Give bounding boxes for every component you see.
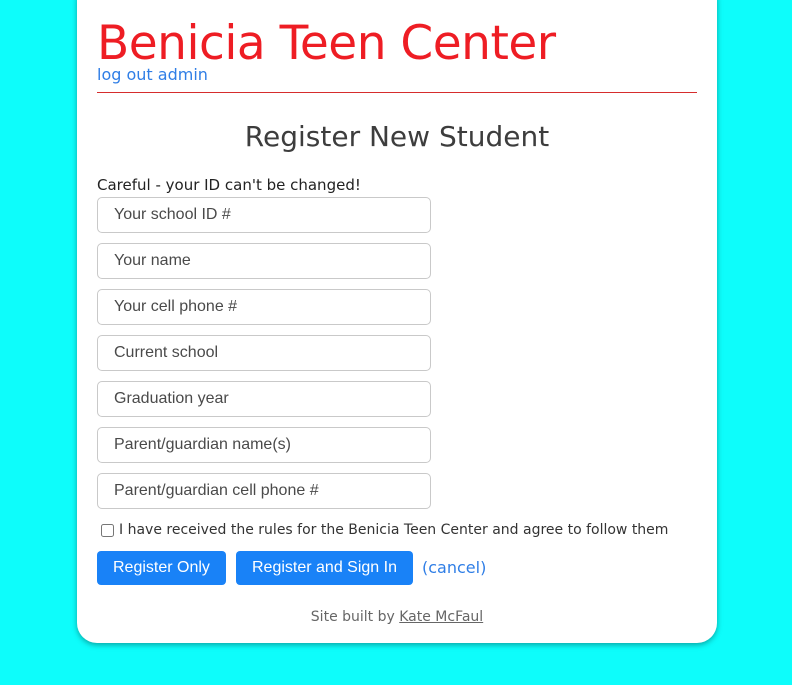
footer-prefix: Site built by: [310, 609, 395, 625]
parent-phone-input[interactable]: [97, 473, 431, 509]
cell-phone-input[interactable]: [97, 289, 431, 325]
footer: Site built by Kate McFaul: [97, 607, 697, 627]
page-heading: Register New Student: [244, 120, 550, 153]
logout-link[interactable]: log out admin: [97, 65, 208, 85]
register-and-sign-in-button[interactable]: Register and Sign In: [236, 551, 413, 585]
school-id-input[interactable]: [97, 197, 431, 233]
cancel-link[interactable]: (cancel): [422, 558, 486, 578]
rules-agreement[interactable]: I have received the rules for the Benici…: [101, 520, 668, 540]
rules-checkbox[interactable]: [101, 523, 114, 537]
author-link[interactable]: Kate McFaul: [399, 609, 483, 625]
register-only-button[interactable]: Register Only: [97, 551, 226, 585]
current-school-input[interactable]: [97, 335, 431, 371]
graduation-year-input[interactable]: [97, 381, 431, 417]
parent-name-input[interactable]: [97, 427, 431, 463]
name-input[interactable]: [97, 243, 431, 279]
rules-label: I have received the rules for the Benici…: [119, 522, 669, 538]
header-divider: [97, 92, 697, 93]
id-warning-text: Careful - your ID can't be changed!: [97, 176, 361, 194]
